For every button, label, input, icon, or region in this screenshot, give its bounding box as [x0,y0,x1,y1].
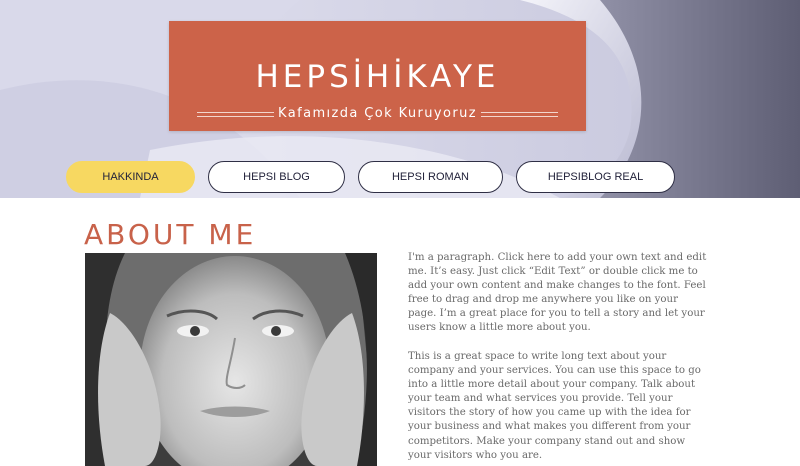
about-heading: ABOUT ME [84,218,257,251]
nav-item-hepsiblog-real[interactable]: HEPSIBLOG REAL [516,161,675,193]
site-title-box: HEPSİHİKAYE Kafamızda Çok Kuruyoruz [169,21,586,131]
nav-item-label: HEPSI ROMAN [391,171,469,183]
site-subtitle-container: Kafamızda Çok Kuruyoruz [197,105,558,123]
nav-item-hepsi-blog[interactable]: HEPSI BLOG [208,161,345,193]
portrait-photo [85,253,377,466]
nav-item-label: HEPSI BLOG [243,171,310,183]
site-subtitle-text: Kafamızda Çok Kuruyoruz [274,106,481,121]
site-title[interactable]: HEPSİHİKAYE [169,59,586,95]
nav-item-label: HEPSIBLOG REAL [547,171,644,183]
nav-item-hakkinda[interactable]: HAKKINDA [66,161,195,193]
about-paragraph-2: This is a great space to write long text… [408,351,701,461]
portrait-image [85,253,377,466]
site-subtitle: Kafamızda Çok Kuruyoruz [197,105,558,123]
nav-item-hepsi-roman[interactable]: HEPSI ROMAN [358,161,503,193]
nav-item-label: HAKKINDA [102,171,159,183]
about-paragraph-1: I'm a paragraph. Click here to add your … [408,252,707,334]
